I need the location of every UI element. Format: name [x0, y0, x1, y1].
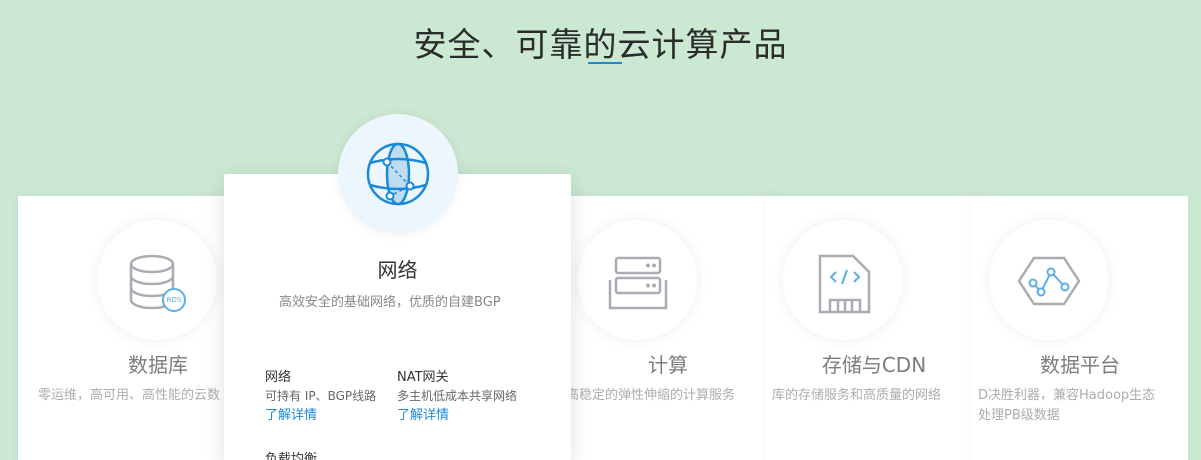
sub-product-description: 多主机低成本共享网络 [397, 389, 518, 403]
product-card-compute[interactable]: 计算 高稳定的弹性伸缩的计算服务 [560, 196, 776, 460]
card-description-line-1: D决胜利器，兼容Hadoop生态 [978, 388, 1156, 403]
sub-product-title: NAT网关 [397, 370, 449, 385]
card-description: 高稳定的弹性伸缩的计算服务 [566, 388, 736, 403]
sub-product-title: 负载均衡 [265, 452, 318, 460]
card-title: 计算 [648, 353, 688, 377]
learn-more-link[interactable]: 了解详情 [397, 406, 517, 425]
card-title: 数据平台 [1040, 353, 1120, 377]
globe-network-icon [338, 114, 458, 234]
server-icon [577, 220, 697, 340]
section-title: 安全、可靠的云计算产品 [413, 25, 788, 64]
title-underline [588, 62, 622, 64]
code-file-icon [783, 220, 903, 340]
product-card-storage[interactable]: 存储与CDN 库的存储服务和高质量的网络 [766, 196, 982, 460]
sub-product-nat-gateway: NAT网关 多主机低成本共享网络 了解详情 [397, 368, 517, 425]
card-description: 高效安全的基础网络，优质的自建BGP [279, 295, 501, 310]
card-description: 库的存储服务和高质量的网络 [772, 388, 942, 403]
sub-product-title: 网络 [265, 370, 292, 385]
learn-more-link[interactable]: 了解详情 [265, 406, 376, 425]
rds-badge: RDS [166, 296, 182, 304]
sub-product-network: 网络 可持有 IP、BGP线路 了解详情 [265, 368, 376, 425]
card-description: 零运维，高可用、高性能的云数 [38, 388, 221, 403]
product-card-data-platform[interactable]: 数据平台 D决胜利器，兼容Hadoop生态 处理PB级数据 [972, 196, 1188, 460]
data-graph-icon [989, 220, 1109, 340]
sub-product-load-balancer: 负载均衡 [265, 450, 317, 460]
card-title: 存储与CDN [821, 353, 927, 377]
sub-product-description: 可持有 IP、BGP线路 [265, 389, 377, 403]
card-title: 网络 [377, 258, 418, 282]
card-description-line-2: 处理PB级数据 [978, 408, 1060, 423]
database-icon: RDS [97, 220, 217, 340]
